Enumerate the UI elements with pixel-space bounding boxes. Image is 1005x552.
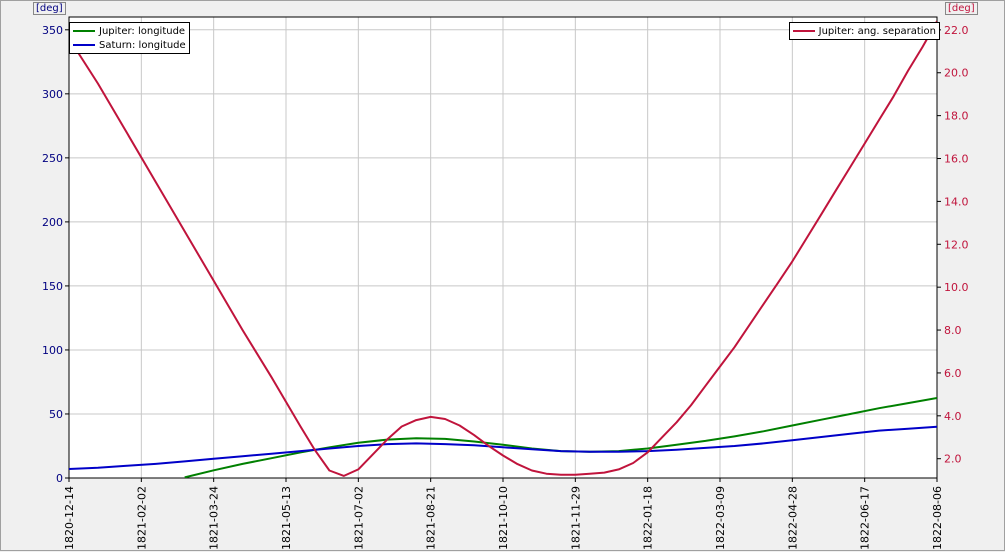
x-axis-tick-label: 1821-02-02 (135, 486, 148, 550)
right-axis-tick-label: 22.0 (944, 24, 969, 37)
x-axis-tick-label: 1821-05-13 (280, 486, 293, 550)
left-axis-tick-label: 100 (42, 344, 63, 357)
left-axis-unit: [deg] (33, 2, 66, 15)
left-axis-tick-label: 50 (49, 408, 63, 421)
right-axis-tick-label: 18.0 (944, 110, 969, 123)
right-axis-tick-label: 20.0 (944, 67, 969, 80)
right-axis-tick-label: 8.0 (944, 324, 962, 337)
left-axis-tick-label: 0 (56, 472, 63, 485)
x-axis-tick-label: 1822-08-06 (931, 486, 944, 550)
plot-area: 0 50 100 150 200 250 300 350 2.0 4.0 6.0 8.0 10.0 12.… (42, 16, 969, 550)
legend-entry-jupiter-longitude: Jupiter: longitude (73, 24, 186, 38)
x-axis-tick-label: 1821-10-10 (497, 486, 510, 550)
right-axis-tick-label: 2.0 (944, 453, 962, 466)
x-axis-tick-label: 1822-01-18 (642, 486, 655, 550)
legend-left: Jupiter: longitude Saturn: longitude (69, 22, 190, 54)
x-axis-tick-label: 1821-11-29 (569, 486, 582, 550)
legend-label: Saturn: longitude (99, 39, 186, 51)
legend-swatch (73, 44, 95, 46)
legend-entry-jupiter-separation: Jupiter: ang. separation (792, 24, 936, 38)
x-axis-tick-label: 1822-03-09 (714, 486, 727, 550)
left-axis-tick-label: 300 (42, 88, 63, 101)
left-axis-tick-label: 200 (42, 216, 63, 229)
legend-label: Jupiter: ang. separation (818, 25, 936, 37)
right-axis-unit: [deg] (945, 2, 978, 15)
legend-entry-saturn-longitude: Saturn: longitude (73, 38, 186, 52)
right-axis-tick-label: 6.0 (944, 367, 962, 380)
x-axis-tick-label: 1822-04-28 (786, 486, 799, 550)
right-axis-tick-label: 12.0 (944, 238, 969, 251)
x-axis-tick-label: 1820-12-14 (63, 486, 76, 550)
chart: 0 50 100 150 200 250 300 350 2.0 4.0 6.0 8.0 10.0 12.… (0, 0, 1005, 551)
x-axis-tick-label: 1821-08-21 (425, 486, 438, 550)
left-axis-tick-label: 350 (42, 24, 63, 37)
legend-label: Jupiter: longitude (99, 25, 186, 37)
legend-swatch (792, 30, 815, 32)
right-axis-tick-label: 14.0 (944, 195, 969, 208)
x-axis-tick-label: 1821-07-02 (352, 486, 365, 550)
right-axis-tick-label: 4.0 (944, 410, 962, 423)
left-axis-tick-label: 250 (42, 152, 63, 165)
legend-right: Jupiter: ang. separation (788, 22, 940, 40)
x-axis-tick-label: 1821-03-24 (208, 486, 221, 550)
right-axis-tick-label: 16.0 (944, 153, 969, 166)
legend-swatch (73, 30, 95, 32)
x-axis-tick-label: 1822-06-17 (859, 486, 872, 550)
left-axis-tick-label: 150 (42, 280, 63, 293)
right-axis-tick-label: 10.0 (944, 281, 969, 294)
